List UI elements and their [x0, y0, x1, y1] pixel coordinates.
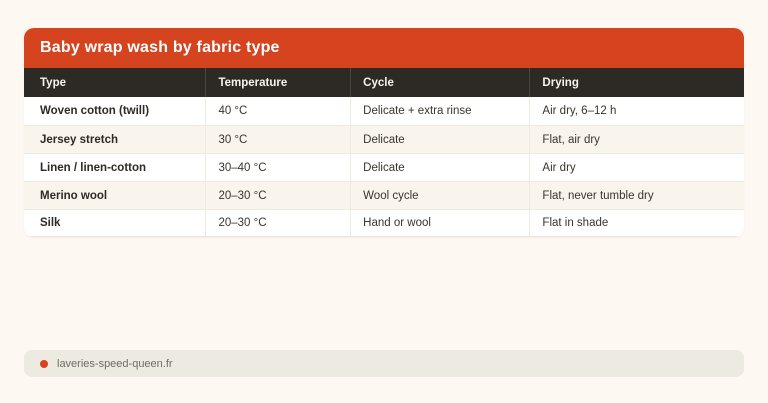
cell-type: Jersey stretch: [24, 125, 206, 153]
column-header-type: Type: [24, 68, 206, 97]
column-header-cycle: Cycle: [350, 68, 530, 97]
cell-type: Merino wool: [24, 181, 206, 209]
cell-cycle: Delicate: [350, 153, 530, 181]
cell-drying: Flat, never tumble dry: [529, 181, 744, 209]
page: Baby wrap wash by fabric type Type Temper…: [0, 0, 768, 403]
source-domain: laveries-speed-queen.fr: [57, 357, 173, 370]
cell-drying: Air dry, 6–12 h: [529, 97, 744, 125]
source-badge: laveries-speed-queen.fr: [24, 350, 744, 377]
cell-type: Linen / linen-cotton: [24, 153, 206, 181]
table-row: Woven cotton (twill) 40 °C Delicate + extr…: [24, 97, 744, 125]
table-row: Jersey stretch 30 °C Delicate Flat, air dry: [24, 125, 744, 153]
cell-cycle: Wool cycle: [350, 181, 530, 209]
column-header-temperature: Temperature: [205, 68, 351, 97]
source-dot-icon: [40, 359, 48, 368]
card-header: Baby wrap wash by fabric type: [24, 28, 744, 68]
fabric-wash-table: Type Temperature Cycle Drying Woven cotton …: [24, 68, 744, 237]
cell-cycle: Delicate: [350, 125, 530, 153]
cell-drying: Flat in shade: [529, 209, 744, 237]
cell-temperature: 30 °C: [205, 125, 351, 153]
column-header-drying: Drying: [529, 68, 744, 97]
cell-drying: Air dry: [529, 153, 744, 181]
cell-type: Silk: [24, 209, 206, 237]
table-row: Linen / linen-cotton 30–40 °C Delicate Air …: [24, 153, 744, 181]
cell-type: Woven cotton (twill): [24, 97, 206, 125]
table-header-row: Type Temperature Cycle Drying: [24, 68, 744, 97]
wash-table-card: Baby wrap wash by fabric type Type Temper…: [24, 28, 744, 237]
cell-cycle: Hand or wool: [350, 209, 530, 237]
page-title: Baby wrap wash by fabric type: [40, 39, 280, 56]
cell-cycle: Delicate + extra rinse: [350, 97, 530, 125]
cell-drying: Flat, air dry: [529, 125, 744, 153]
cell-temperature: 20–30 °C: [205, 181, 351, 209]
table-row: Silk 20–30 °C Hand or wool Flat in shade: [24, 209, 744, 237]
cell-temperature: 20–30 °C: [205, 209, 351, 237]
cell-temperature: 30–40 °C: [205, 153, 351, 181]
table-row: Merino wool 20–30 °C Wool cycle Flat, never…: [24, 181, 744, 209]
cell-temperature: 40 °C: [205, 97, 351, 125]
